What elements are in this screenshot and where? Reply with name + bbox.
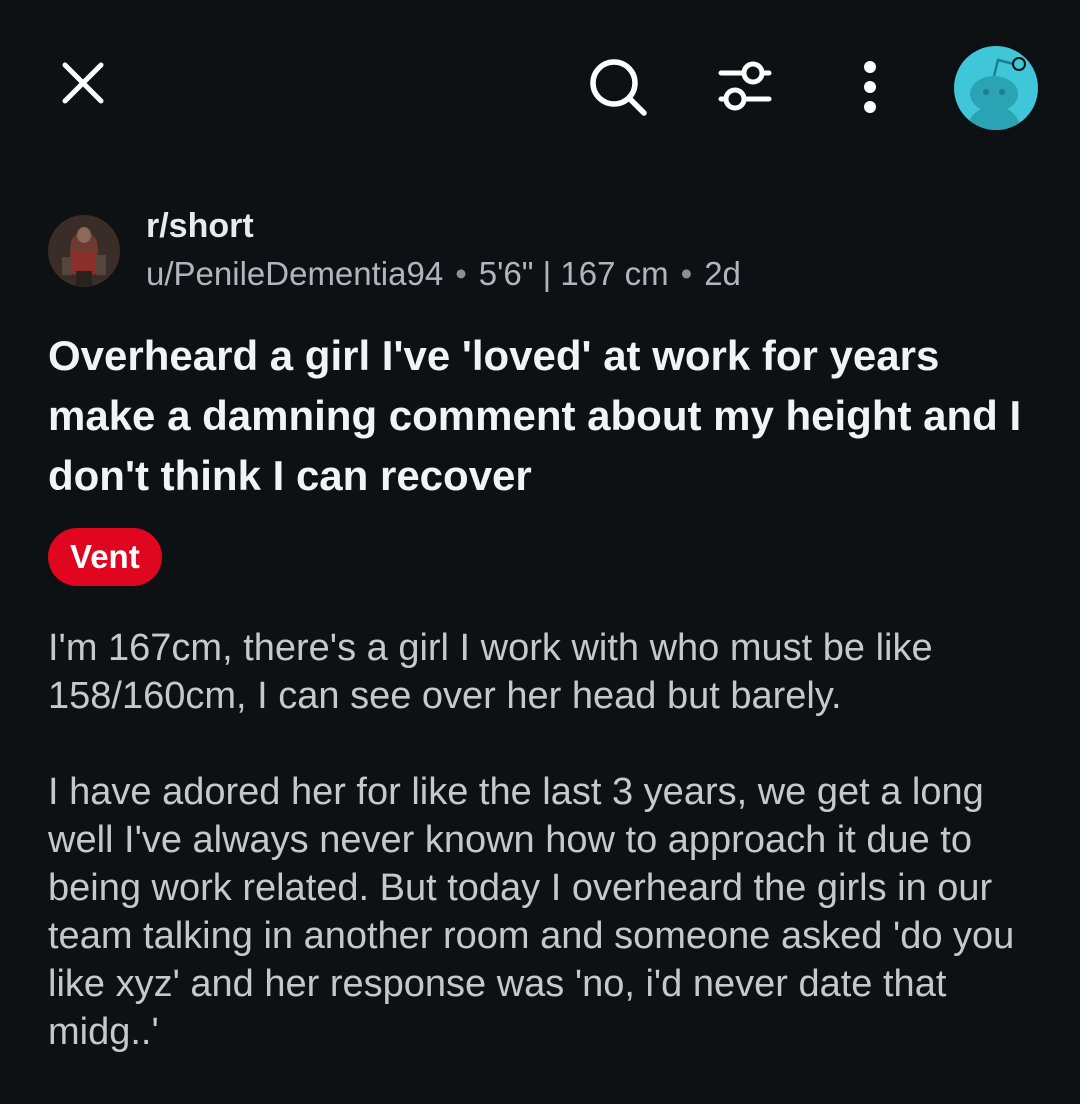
- subreddit-name[interactable]: r/short: [146, 207, 254, 246]
- author-name[interactable]: u/PenileDementia94: [146, 255, 443, 292]
- subreddit-avatar-image: [48, 215, 120, 287]
- meta-separator: •: [455, 255, 467, 292]
- post-header: r/short u/PenileDementia94 • 5'6" | 167 cm…: [48, 205, 1038, 305]
- body-paragraph: I'm 167cm, there's a girl I work with wh…: [48, 627, 933, 717]
- user-avatar-button[interactable]: [950, 42, 1042, 134]
- post-age: 2d: [704, 255, 741, 292]
- post-flair[interactable]: Vent: [48, 528, 162, 586]
- user-avatar: [954, 46, 1038, 130]
- close-button[interactable]: [55, 55, 111, 111]
- post-title: Overheard a girl I've 'loved' at work fo…: [48, 332, 1022, 499]
- meta-separator: •: [680, 255, 693, 292]
- search-button[interactable]: [585, 54, 651, 120]
- close-icon: [62, 62, 104, 104]
- top-bar: [0, 0, 1080, 170]
- search-icon: [590, 59, 647, 116]
- subreddit-avatar[interactable]: [48, 215, 120, 287]
- post-meta: u/PenileDementia94 • 5'6" | 167 cm • 2d: [146, 255, 741, 293]
- post-body: I'm 167cm, there's a girl I work with wh…: [48, 624, 1048, 1104]
- filter-icon: [718, 61, 772, 111]
- body-paragraph: I have adored her for like the last 3 ye…: [48, 771, 1015, 1053]
- more-options-button[interactable]: [842, 54, 898, 120]
- filter-button[interactable]: [712, 54, 778, 120]
- user-flair: 5'6" | 167 cm: [478, 255, 669, 292]
- more-vertical-icon: [864, 61, 876, 113]
